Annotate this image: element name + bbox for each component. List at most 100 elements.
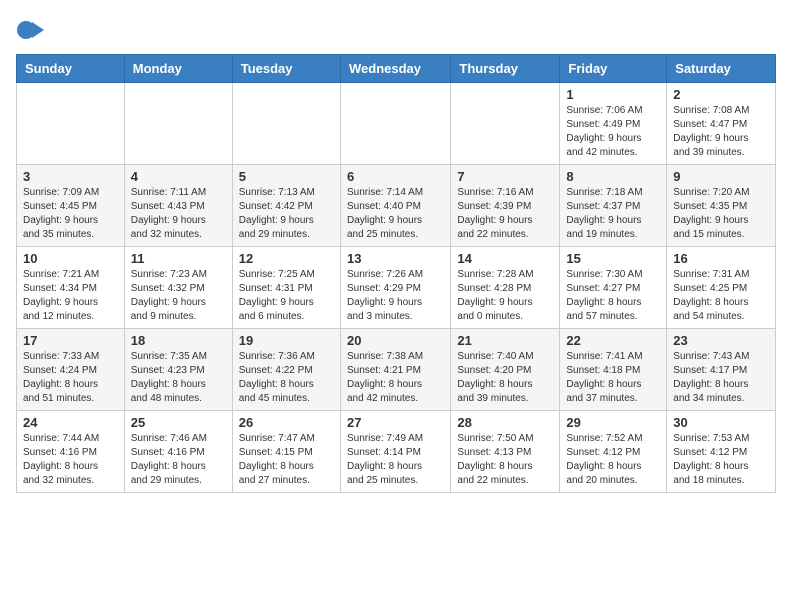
calendar-cell: 8 Sunrise: 7:18 AM Sunset: 4:37 PM Daylig… <box>560 165 667 247</box>
day-info: Sunrise: 7:06 AM Sunset: 4:49 PM Dayligh… <box>566 104 660 160</box>
day-number: 27 <box>347 415 444 430</box>
day-info: Sunrise: 7:53 AM Sunset: 4:12 PM Dayligh… <box>673 432 769 488</box>
calendar-cell: 7Sunrise: 7:16 AM Sunset: 4:39 PM Daylig… <box>451 165 560 247</box>
day-info: Sunrise: 7:23 AM Sunset: 4:32 PM Dayligh… <box>131 268 226 324</box>
calendar-header-friday: Friday <box>560 55 667 83</box>
day-number: 11 <box>131 251 226 266</box>
day-info: Sunrise: 7:46 AM Sunset: 4:16 PM Dayligh… <box>131 432 226 488</box>
calendar-cell: 20Sunrise: 7:38 AM Sunset: 4:21 PM Dayli… <box>340 329 450 411</box>
day-info: Sunrise: 7:40 AM Sunset: 4:20 PM Dayligh… <box>457 350 553 406</box>
day-number: 5 <box>239 169 334 184</box>
calendar-header-monday: Monday <box>124 55 232 83</box>
day-number: 25 <box>131 415 226 430</box>
logo-icon <box>16 16 44 44</box>
day-number: 14 <box>457 251 553 266</box>
day-number: 17 <box>23 333 118 348</box>
calendar-cell: 29 Sunrise: 7:52 AM Sunset: 4:12 PM Dayli… <box>560 411 667 493</box>
day-number: 1 <box>566 87 660 102</box>
day-info: Sunrise: 7:08 AM Sunset: 4:47 PM Dayligh… <box>673 104 769 160</box>
day-number: 28 <box>457 415 553 430</box>
day-info: Sunrise: 7:13 AM Sunset: 4:42 PM Dayligh… <box>239 186 334 242</box>
day-info: Sunrise: 7:11 AM Sunset: 4:43 PM Dayligh… <box>131 186 226 242</box>
day-info: Sunrise: 7:36 AM Sunset: 4:22 PM Dayligh… <box>239 350 334 406</box>
day-number: 15 <box>566 251 660 266</box>
day-number: 4 <box>131 169 226 184</box>
logo <box>16 16 48 44</box>
calendar-cell: 15Sunrise: 7:30 AM Sunset: 4:27 PM Dayli… <box>560 247 667 329</box>
calendar-cell: 21Sunrise: 7:40 AM Sunset: 4:20 PM Dayli… <box>451 329 560 411</box>
day-info: Sunrise: 7:18 AM Sunset: 4:37 PM Dayligh… <box>566 186 660 242</box>
calendar-cell: 14 Sunrise: 7:28 AM Sunset: 4:28 PM Dayli… <box>451 247 560 329</box>
calendar-cell <box>340 83 450 165</box>
day-info: Sunrise: 7:41 AM Sunset: 4:18 PM Dayligh… <box>566 350 660 406</box>
calendar-cell: 4 Sunrise: 7:11 AM Sunset: 4:43 PM Daylig… <box>124 165 232 247</box>
calendar-cell: 3Sunrise: 7:09 AM Sunset: 4:45 PM Daylig… <box>17 165 125 247</box>
calendar-week-1: 1 Sunrise: 7:06 AM Sunset: 4:49 PM Daylig… <box>17 83 776 165</box>
calendar-header-sunday: Sunday <box>17 55 125 83</box>
day-number: 6 <box>347 169 444 184</box>
day-number: 26 <box>239 415 334 430</box>
calendar-header-saturday: Saturday <box>667 55 776 83</box>
day-number: 9 <box>673 169 769 184</box>
calendar-header-thursday: Thursday <box>451 55 560 83</box>
calendar-cell: 6 Sunrise: 7:14 AM Sunset: 4:40 PM Daylig… <box>340 165 450 247</box>
calendar-cell: 25 Sunrise: 7:46 AM Sunset: 4:16 PM Dayli… <box>124 411 232 493</box>
calendar-header-row: SundayMondayTuesdayWednesdayThursdayFrid… <box>17 55 776 83</box>
calendar-cell <box>17 83 125 165</box>
calendar-cell: 27 Sunrise: 7:49 AM Sunset: 4:14 PM Dayli… <box>340 411 450 493</box>
day-number: 18 <box>131 333 226 348</box>
day-info: Sunrise: 7:16 AM Sunset: 4:39 PM Dayligh… <box>457 186 553 242</box>
calendar-cell: 22 Sunrise: 7:41 AM Sunset: 4:18 PM Dayli… <box>560 329 667 411</box>
calendar-cell: 23Sunrise: 7:43 AM Sunset: 4:17 PM Dayli… <box>667 329 776 411</box>
day-info: Sunrise: 7:21 AM Sunset: 4:34 PM Dayligh… <box>23 268 118 324</box>
day-info: Sunrise: 7:28 AM Sunset: 4:28 PM Dayligh… <box>457 268 553 324</box>
calendar-week-2: 3Sunrise: 7:09 AM Sunset: 4:45 PM Daylig… <box>17 165 776 247</box>
day-info: Sunrise: 7:25 AM Sunset: 4:31 PM Dayligh… <box>239 268 334 324</box>
calendar-table: SundayMondayTuesdayWednesdayThursdayFrid… <box>16 54 776 493</box>
day-number: 30 <box>673 415 769 430</box>
calendar-cell: 16 Sunrise: 7:31 AM Sunset: 4:25 PM Dayli… <box>667 247 776 329</box>
day-info: Sunrise: 7:20 AM Sunset: 4:35 PM Dayligh… <box>673 186 769 242</box>
day-number: 22 <box>566 333 660 348</box>
calendar-cell: 5 Sunrise: 7:13 AM Sunset: 4:42 PM Daylig… <box>232 165 340 247</box>
day-number: 24 <box>23 415 118 430</box>
day-number: 29 <box>566 415 660 430</box>
calendar-cell: 12Sunrise: 7:25 AM Sunset: 4:31 PM Dayli… <box>232 247 340 329</box>
day-number: 8 <box>566 169 660 184</box>
day-info: Sunrise: 7:47 AM Sunset: 4:15 PM Dayligh… <box>239 432 334 488</box>
calendar-cell: 19 Sunrise: 7:36 AM Sunset: 4:22 PM Dayli… <box>232 329 340 411</box>
day-info: Sunrise: 7:35 AM Sunset: 4:23 PM Dayligh… <box>131 350 226 406</box>
day-info: Sunrise: 7:09 AM Sunset: 4:45 PM Dayligh… <box>23 186 118 242</box>
day-number: 20 <box>347 333 444 348</box>
day-number: 10 <box>23 251 118 266</box>
calendar-cell: 26 Sunrise: 7:47 AM Sunset: 4:15 PM Dayli… <box>232 411 340 493</box>
calendar-cell: 1 Sunrise: 7:06 AM Sunset: 4:49 PM Daylig… <box>560 83 667 165</box>
calendar-cell: 10 Sunrise: 7:21 AM Sunset: 4:34 PM Dayli… <box>17 247 125 329</box>
calendar-cell: 11 Sunrise: 7:23 AM Sunset: 4:32 PM Dayli… <box>124 247 232 329</box>
day-number: 16 <box>673 251 769 266</box>
day-info: Sunrise: 7:31 AM Sunset: 4:25 PM Dayligh… <box>673 268 769 324</box>
day-info: Sunrise: 7:50 AM Sunset: 4:13 PM Dayligh… <box>457 432 553 488</box>
calendar-cell: 17 Sunrise: 7:33 AM Sunset: 4:24 PM Dayli… <box>17 329 125 411</box>
day-info: Sunrise: 7:49 AM Sunset: 4:14 PM Dayligh… <box>347 432 444 488</box>
calendar-cell <box>232 83 340 165</box>
calendar-cell: 9 Sunrise: 7:20 AM Sunset: 4:35 PM Daylig… <box>667 165 776 247</box>
calendar-week-4: 17 Sunrise: 7:33 AM Sunset: 4:24 PM Dayli… <box>17 329 776 411</box>
day-number: 2 <box>673 87 769 102</box>
calendar-cell: 13 Sunrise: 7:26 AM Sunset: 4:29 PM Dayli… <box>340 247 450 329</box>
day-info: Sunrise: 7:43 AM Sunset: 4:17 PM Dayligh… <box>673 350 769 406</box>
calendar-cell: 24 Sunrise: 7:44 AM Sunset: 4:16 PM Dayli… <box>17 411 125 493</box>
calendar-cell: 2 Sunrise: 7:08 AM Sunset: 4:47 PM Daylig… <box>667 83 776 165</box>
day-info: Sunrise: 7:33 AM Sunset: 4:24 PM Dayligh… <box>23 350 118 406</box>
day-info: Sunrise: 7:14 AM Sunset: 4:40 PM Dayligh… <box>347 186 444 242</box>
day-info: Sunrise: 7:26 AM Sunset: 4:29 PM Dayligh… <box>347 268 444 324</box>
calendar-cell: 28 Sunrise: 7:50 AM Sunset: 4:13 PM Dayli… <box>451 411 560 493</box>
calendar-cell: 18 Sunrise: 7:35 AM Sunset: 4:23 PM Dayli… <box>124 329 232 411</box>
calendar-cell <box>451 83 560 165</box>
day-info: Sunrise: 7:44 AM Sunset: 4:16 PM Dayligh… <box>23 432 118 488</box>
calendar-week-3: 10 Sunrise: 7:21 AM Sunset: 4:34 PM Dayli… <box>17 247 776 329</box>
calendar-cell <box>124 83 232 165</box>
day-number: 13 <box>347 251 444 266</box>
day-number: 19 <box>239 333 334 348</box>
day-info: Sunrise: 7:52 AM Sunset: 4:12 PM Dayligh… <box>566 432 660 488</box>
